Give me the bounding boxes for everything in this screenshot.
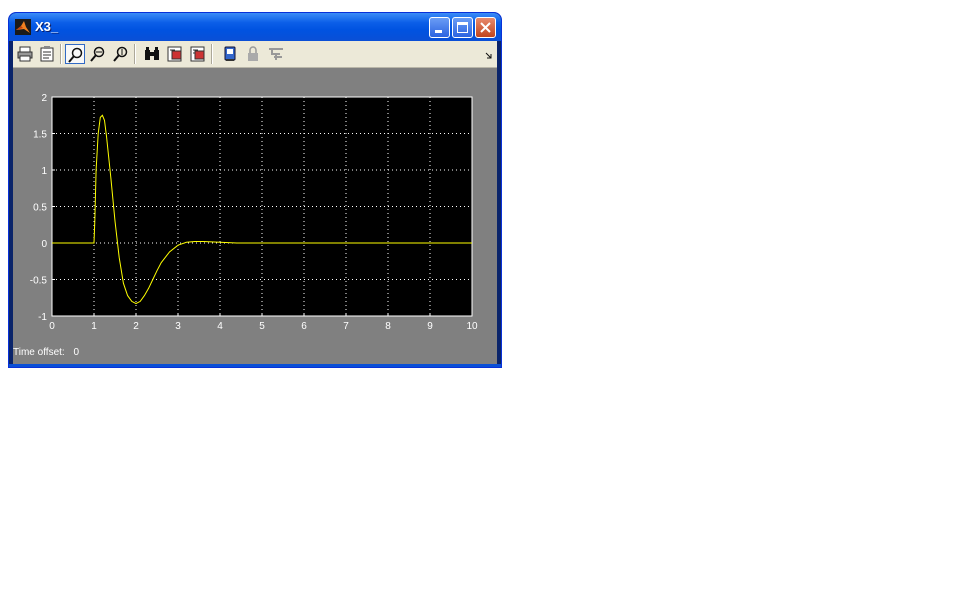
scope-toolbar <box>13 41 497 68</box>
y-tick-label: 1 <box>41 166 47 177</box>
scope-window: X3_ 0 1 2 3 4 5 6 7 8 9 10 2 1.5 1 0.5 0… <box>9 13 501 367</box>
toolbar-separator <box>134 44 135 64</box>
scope-display: 0 1 2 3 4 5 6 7 8 9 10 2 1.5 1 0.5 0 -0.5 -1 Time offset:… <box>13 68 497 364</box>
toolbar-separator <box>60 44 61 64</box>
save-axes-icon <box>167 46 182 62</box>
restore-axes-icon <box>190 46 205 62</box>
chevron-icon <box>485 52 492 59</box>
time-offset-value: 0 <box>73 347 80 358</box>
time-offset-label: Time offset: <box>13 347 65 358</box>
x-tick-label: 3 <box>175 321 181 332</box>
x-tick-label: 5 <box>259 321 265 332</box>
signal-selection-button[interactable] <box>266 44 286 64</box>
close-icon <box>480 22 491 33</box>
toolbar-separator <box>211 44 212 64</box>
signal-selection-icon <box>269 48 283 60</box>
x-tick-label: 10 <box>466 321 478 332</box>
zoom-y-button[interactable] <box>111 44 131 64</box>
floating-scope-button[interactable] <box>220 44 240 64</box>
y-tick-label: -0.5 <box>30 276 48 287</box>
minimize-button[interactable] <box>429 17 450 38</box>
y-tick-label: 0 <box>41 239 47 250</box>
zoom-y-icon <box>113 46 128 62</box>
x-tick-label: 9 <box>427 321 433 332</box>
parameters-button[interactable] <box>37 44 57 64</box>
toolbar-overflow-button[interactable] <box>479 44 499 64</box>
print-icon <box>17 46 33 62</box>
x-tick-label: 7 <box>343 321 349 332</box>
y-tick-label: 1.5 <box>33 130 47 141</box>
x-tick-label: 1 <box>91 321 97 332</box>
zoom-icon <box>68 47 83 63</box>
x-tick-label: 6 <box>301 321 307 332</box>
save-axes-button[interactable] <box>165 44 185 64</box>
x-tick-label: 0 <box>49 321 55 332</box>
restore-axes-button[interactable] <box>188 44 208 64</box>
print-button[interactable] <box>15 44 35 64</box>
x-tick-label: 4 <box>217 321 223 332</box>
zoom-button[interactable] <box>65 44 85 64</box>
x-tick-label: 2 <box>133 321 139 332</box>
title-bar[interactable]: X3_ <box>9 13 501 41</box>
autoscale-icon <box>145 47 159 60</box>
y-tick-label: 0.5 <box>33 203 47 214</box>
zoom-x-icon <box>90 46 105 62</box>
x-tick-label: 8 <box>385 321 391 332</box>
scope-plot[interactable]: 0 1 2 3 4 5 6 7 8 9 10 2 1.5 1 0.5 0 -0.5 -1 <box>13 68 497 344</box>
maximize-icon <box>457 22 468 33</box>
maximize-button[interactable] <box>452 17 473 38</box>
autoscale-button[interactable] <box>142 44 162 64</box>
close-button[interactable] <box>475 17 496 38</box>
minimize-icon <box>435 30 442 33</box>
time-offset: Time offset: 0 <box>13 347 79 358</box>
y-tick-label: 2 <box>41 93 47 104</box>
window-title: X3_ <box>35 19 59 34</box>
zoom-x-button[interactable] <box>88 44 108 64</box>
matlab-app-icon <box>15 19 31 35</box>
lock-icon <box>248 46 258 61</box>
floating-scope-icon <box>224 46 236 61</box>
window-bottom-border <box>9 364 501 367</box>
parameters-icon <box>40 46 54 62</box>
lock-button[interactable] <box>243 44 263 64</box>
y-tick-label: -1 <box>38 312 47 323</box>
